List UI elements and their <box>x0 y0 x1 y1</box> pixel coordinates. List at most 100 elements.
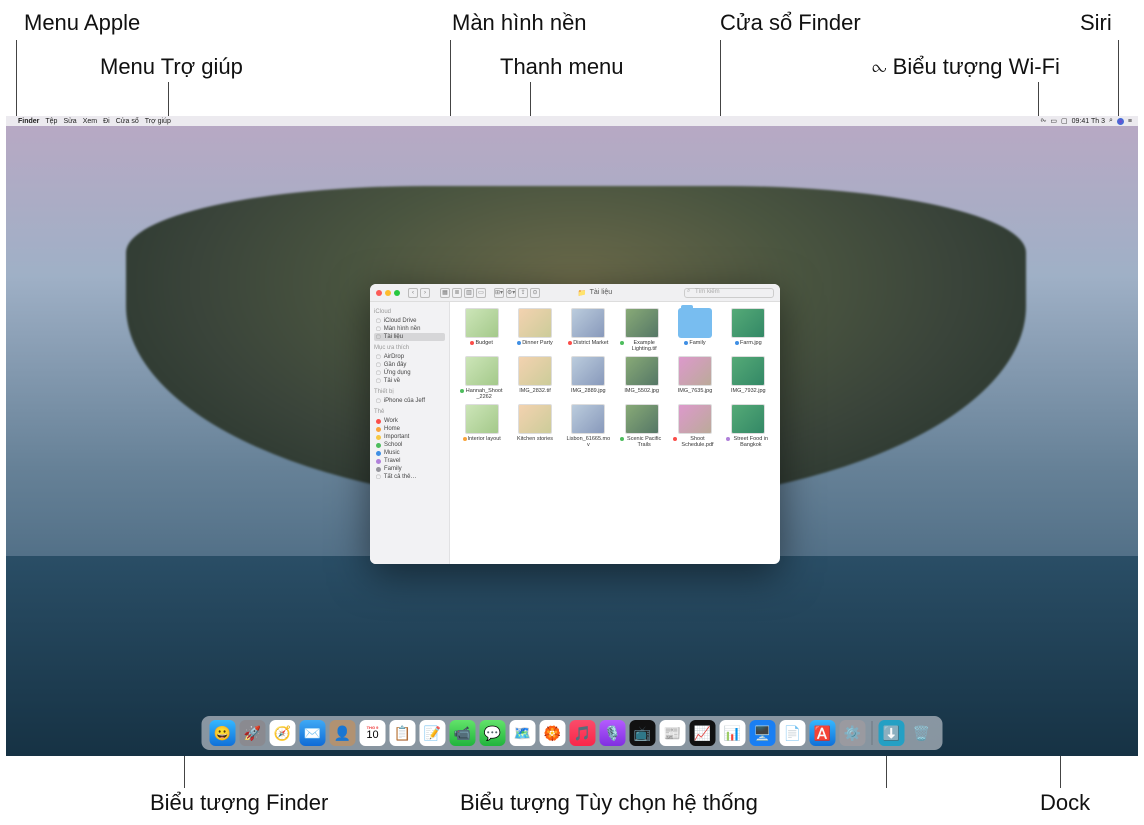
callout-line <box>168 82 169 118</box>
sidebar-item[interactable]: ▢Tải về <box>374 377 445 385</box>
view-gallery-button[interactable]: ▭ <box>476 288 486 298</box>
file-thumbnail <box>465 308 499 338</box>
file-item[interactable]: IMG_5502.jpg <box>616 356 667 400</box>
view-icon-button[interactable]: ▦ <box>440 288 450 298</box>
callout-dock: Dock <box>1040 790 1090 816</box>
callout-line <box>886 756 887 788</box>
view-list-button[interactable]: ≣ <box>452 288 462 298</box>
menu-edit[interactable]: Sửa <box>63 118 76 125</box>
airplay-icon[interactable]: ▢ <box>1061 117 1068 125</box>
share-button[interactable]: ⇪ <box>518 288 528 298</box>
sidebar-item[interactable]: Work <box>374 417 445 425</box>
search-input[interactable]: Tìm kiếm <box>684 288 774 298</box>
sidebar-item[interactable]: ▢Gần đây <box>374 361 445 369</box>
menu-view[interactable]: Xem <box>83 118 97 125</box>
dock-app-music[interactable]: 🎵 <box>570 720 596 746</box>
tag-dot-icon <box>620 341 624 345</box>
sidebar-item[interactable]: ▢iPhone của Jeff <box>374 397 445 405</box>
dock-app-pages[interactable]: 📄 <box>780 720 806 746</box>
wifi-status-icon[interactable]: ⧜ <box>1041 117 1047 125</box>
sidebar-item[interactable]: School <box>374 441 445 449</box>
dock-app-keynote[interactable]: 🖥️ <box>750 720 776 746</box>
file-item[interactable]: Kitchen stories <box>509 404 560 448</box>
battery-icon[interactable]: ▭ <box>1050 117 1057 125</box>
sidebar-item[interactable]: Travel <box>374 457 445 465</box>
file-item[interactable]: IMG_2832.tif <box>509 356 560 400</box>
zoom-button[interactable] <box>394 290 400 296</box>
dock-downloads[interactable]: ⬇️ <box>879 720 905 746</box>
menu-finder[interactable]: Finder <box>18 118 39 125</box>
group-button[interactable]: ⊞▾ <box>494 288 504 298</box>
dock-app-messages[interactable]: 💬 <box>480 720 506 746</box>
dock-app-notes[interactable]: 📝 <box>420 720 446 746</box>
tags-button[interactable]: ⊙ <box>530 288 540 298</box>
file-item[interactable]: IMG_7635.jpg <box>669 356 720 400</box>
dock-app-safari[interactable]: 🧭 <box>270 720 296 746</box>
file-item[interactable]: Hannah_Shoot_2262 <box>456 356 507 400</box>
dock-app-reminders[interactable]: 📋 <box>390 720 416 746</box>
siri-icon[interactable] <box>1117 118 1124 125</box>
forward-button[interactable]: › <box>420 288 430 298</box>
status-time[interactable]: 09:41 Th 3 <box>1072 118 1105 125</box>
dock-app-mail[interactable]: ✉️ <box>300 720 326 746</box>
dock-app-appstore[interactable]: 🅰️ <box>810 720 836 746</box>
sidebar-item[interactable]: ▢Tài liệu <box>374 333 445 341</box>
sidebar-glyph-icon: ▢ <box>376 378 381 384</box>
dock-app-numbers[interactable]: 📊 <box>720 720 746 746</box>
file-item[interactable]: Example Lighting.tif <box>616 308 667 352</box>
dock-app-podcasts[interactable]: 🎙️ <box>600 720 626 746</box>
file-item[interactable]: District Market <box>563 308 614 352</box>
file-item[interactable]: Interior layout <box>456 404 507 448</box>
sidebar-item[interactable]: ▢Tất cả thẻ… <box>374 473 445 481</box>
file-item[interactable]: Scenic Pacific Trails <box>616 404 667 448</box>
dock-app-system-preferences[interactable]: ⚙️ <box>840 720 866 746</box>
dock-app-finder[interactable]: 😀 <box>210 720 236 746</box>
dock-app-tv[interactable]: 📺 <box>630 720 656 746</box>
sidebar-item[interactable]: ▢Ứng dụng <box>374 369 445 377</box>
file-item[interactable]: IMG_2889.jpg <box>563 356 614 400</box>
view-column-button[interactable]: ▥ <box>464 288 474 298</box>
file-item[interactable]: Shoot Schedule.pdf <box>669 404 720 448</box>
callout-line <box>1060 756 1061 788</box>
close-button[interactable] <box>376 290 382 296</box>
file-item[interactable]: IMG_7932.jpg <box>723 356 774 400</box>
minimize-button[interactable] <box>385 290 391 296</box>
file-item[interactable]: Dinner Party <box>509 308 560 352</box>
sidebar-item[interactable]: Music <box>374 449 445 457</box>
file-item[interactable]: Lisbon_61665.mov <box>563 404 614 448</box>
menu-go[interactable]: Đi <box>103 118 110 125</box>
action-button[interactable]: ⚙▾ <box>506 288 516 298</box>
menu-bar: Finder Tệp Sửa Xem Đi Cửa sổ Trợ giúp ⧜ … <box>6 116 1138 126</box>
sidebar-item[interactable]: ▢AirDrop <box>374 353 445 361</box>
sidebar-item[interactable]: Home <box>374 425 445 433</box>
file-name: Shoot Schedule.pdf <box>673 436 717 448</box>
file-item[interactable]: Budget <box>456 308 507 352</box>
dock-app-photos[interactable]: 🏵️ <box>540 720 566 746</box>
sidebar-item[interactable]: Family <box>374 465 445 473</box>
sidebar-item-label: Gần đây <box>384 362 407 368</box>
dock-app-maps[interactable]: 🗺️ <box>510 720 536 746</box>
dock-app-facetime[interactable]: 📹 <box>450 720 476 746</box>
file-item[interactable]: Family <box>669 308 720 352</box>
file-item[interactable]: Street Food in Bangkok <box>723 404 774 448</box>
file-item[interactable]: Farm.jpg <box>723 308 774 352</box>
file-name: Kitchen stories <box>517 436 553 442</box>
menu-help[interactable]: Trợ giúp <box>145 118 171 125</box>
sidebar-item[interactable]: ▢Màn hình nền <box>374 325 445 333</box>
file-name: Dinner Party <box>517 340 553 346</box>
back-button[interactable]: ‹ <box>408 288 418 298</box>
menu-file[interactable]: Tệp <box>45 118 57 125</box>
dock-app-news[interactable]: 📰 <box>660 720 686 746</box>
dock-app-stocks[interactable]: 📈 <box>690 720 716 746</box>
sidebar-item[interactable]: ▢iCloud Drive <box>374 317 445 325</box>
dock-app-contacts[interactable]: 👤 <box>330 720 356 746</box>
dock-app-calendar[interactable]: THG 910 <box>360 720 386 746</box>
file-name: IMG_7635.jpg <box>678 388 713 394</box>
notification-center-icon[interactable]: ≡ <box>1128 118 1132 125</box>
sidebar-item[interactable]: Important <box>374 433 445 441</box>
spotlight-icon[interactable]: ⌕ <box>1109 117 1113 125</box>
menu-window[interactable]: Cửa sổ <box>116 118 139 125</box>
dock-trash[interactable]: 🗑️ <box>909 720 935 746</box>
dock-app-launchpad[interactable]: 🚀 <box>240 720 266 746</box>
file-thumbnail <box>625 356 659 386</box>
